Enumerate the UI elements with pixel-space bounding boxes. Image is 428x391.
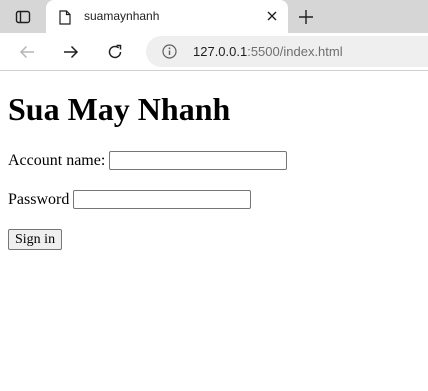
document-icon bbox=[58, 9, 72, 25]
password-row: Password bbox=[8, 190, 252, 209]
browser-tab[interactable]: suamaynhanh bbox=[46, 0, 288, 33]
tab-title: suamaynhanh bbox=[84, 9, 160, 23]
info-icon[interactable] bbox=[162, 44, 177, 59]
close-icon[interactable] bbox=[264, 8, 280, 24]
password-label: Password bbox=[8, 190, 70, 208]
account-name-input[interactable] bbox=[109, 151, 288, 170]
url-path: :5500/index.html bbox=[247, 44, 343, 59]
page-content: Sua May Nhanh Account name: Password Sig… bbox=[0, 71, 428, 391]
account-row: Account name: bbox=[8, 151, 288, 170]
arrow-right-icon[interactable] bbox=[58, 39, 84, 65]
url-host: 127.0.0.1 bbox=[193, 44, 248, 59]
page-title: Sua May Nhanh bbox=[8, 91, 231, 127]
tab-strip-icon[interactable] bbox=[8, 4, 38, 30]
sign-in-button[interactable]: Sign in bbox=[8, 229, 63, 250]
plus-icon[interactable] bbox=[294, 5, 318, 29]
reload-icon[interactable] bbox=[102, 39, 128, 65]
browser-toolbar: 127.0.0.1:5500/index.html bbox=[0, 33, 428, 71]
arrow-left-icon[interactable] bbox=[14, 39, 40, 65]
tab-bar: suamaynhanh bbox=[0, 0, 428, 33]
submit-row: Sign in bbox=[8, 229, 63, 250]
password-input[interactable] bbox=[73, 190, 252, 209]
address-bar[interactable]: 127.0.0.1:5500/index.html bbox=[146, 36, 428, 67]
url-text[interactable]: 127.0.0.1:5500/index.html bbox=[193, 44, 343, 59]
account-label: Account name: bbox=[8, 151, 106, 169]
